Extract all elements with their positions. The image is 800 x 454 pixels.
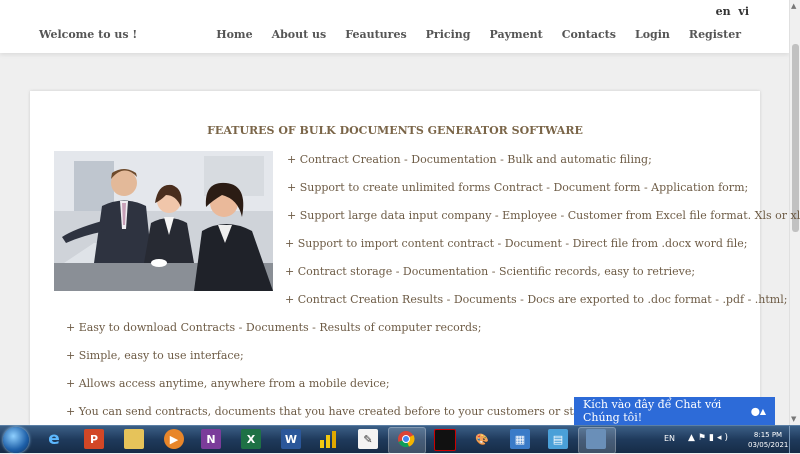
site-header: en vi Welcome to us ! Home About us Feau… [0, 0, 789, 53]
language-indicator[interactable]: EN [664, 434, 675, 443]
system-tray-icons[interactable]: ▲⚑▮◂) [688, 433, 731, 443]
nav-register[interactable]: Register [689, 28, 741, 41]
nav-pricing[interactable]: Pricing [426, 28, 471, 41]
powerpoint-icon[interactable]: P [84, 429, 104, 449]
lang-en-link[interactable]: en [716, 5, 731, 18]
feature-item: + Support to import content contract - D… [285, 237, 748, 250]
chrome-icon[interactable] [396, 429, 416, 449]
chat-expand-icon[interactable]: ⬤▲ [751, 407, 766, 416]
language-switcher: en vi [712, 5, 749, 18]
nav-features[interactable]: Feautures [345, 28, 406, 41]
feature-item: + Contract Creation - Documentation - Bu… [287, 153, 652, 166]
feature-item: + Contract storage - Documentation - Sci… [285, 265, 696, 278]
feature-item: + Contract Creation Results - Documents … [285, 293, 788, 306]
nav-contacts[interactable]: Contacts [562, 28, 616, 41]
ie-icon[interactable]: e [44, 429, 64, 449]
show-desktop-button[interactable] [789, 426, 800, 453]
chat-label: Kích vào đây để Chat với Chúng tôi! [583, 398, 722, 424]
business-team-photo [54, 151, 273, 291]
feature-item: + Support large data input company - Emp… [287, 209, 800, 222]
feature-item: + Support to create unlimited forms Cont… [287, 181, 749, 194]
book-icon[interactable]: ▦ [510, 429, 530, 449]
features-card: FEATURES OF BULK DOCUMENTS GENERATOR SOF… [30, 91, 800, 425]
chat-widget-button[interactable]: Kích vào đây để Chat với Chúng tôi! ⬤▲ [574, 397, 775, 425]
feature-item: + Simple, easy to use interface; [66, 349, 244, 362]
media-player-icon[interactable]: ▶ [164, 429, 184, 449]
onenote-icon[interactable]: N [201, 429, 221, 449]
document-viewer-icon[interactable]: ▤ [548, 429, 568, 449]
nav-home[interactable]: Home [216, 28, 252, 41]
page-title: FEATURES OF BULK DOCUMENTS GENERATOR SOF… [207, 124, 583, 137]
paint-icon[interactable]: 🎨 [472, 429, 492, 449]
taskbar-clock[interactable]: 8:15 PM 03/05/2021 [748, 430, 788, 450]
nav-about-us[interactable]: About us [272, 28, 327, 41]
clock-time: 8:15 PM [753, 431, 783, 439]
feature-item: + You can send contracts, documents that… [66, 405, 633, 418]
scrollbar-thumb[interactable] [792, 44, 799, 232]
lang-vi-link[interactable]: vi [738, 5, 749, 18]
feature-item: + Allows access anytime, anywhere from a… [66, 377, 390, 390]
clock-date: 03/05/2021 [748, 441, 789, 449]
feature-item: + Easy to download Contracts - Documents… [66, 321, 482, 334]
start-button-icon[interactable] [3, 427, 29, 453]
nav-payment[interactable]: Payment [489, 28, 542, 41]
app-icon[interactable] [586, 429, 606, 449]
file-explorer-icon[interactable] [124, 429, 144, 449]
main-nav: Home About us Feautures Pricing Payment … [197, 28, 741, 41]
notepad-icon[interactable]: ✎ [358, 429, 378, 449]
welcome-text: Welcome to us ! [39, 28, 138, 41]
word-icon[interactable]: W [281, 429, 301, 449]
windows-taskbar: e P ▶ N X W ✎ 🎨 ▦ ▤ EN ▲⚑▮◂) 8:15 PM 03/… [0, 425, 800, 454]
excel-icon[interactable]: X [241, 429, 261, 449]
scroll-down-icon[interactable]: ▼ [791, 415, 796, 423]
scroll-up-icon[interactable]: ▲ [791, 2, 796, 10]
nav-login[interactable]: Login [635, 28, 670, 41]
chart-app-icon[interactable] [318, 429, 338, 449]
terminal-icon[interactable] [434, 429, 456, 451]
